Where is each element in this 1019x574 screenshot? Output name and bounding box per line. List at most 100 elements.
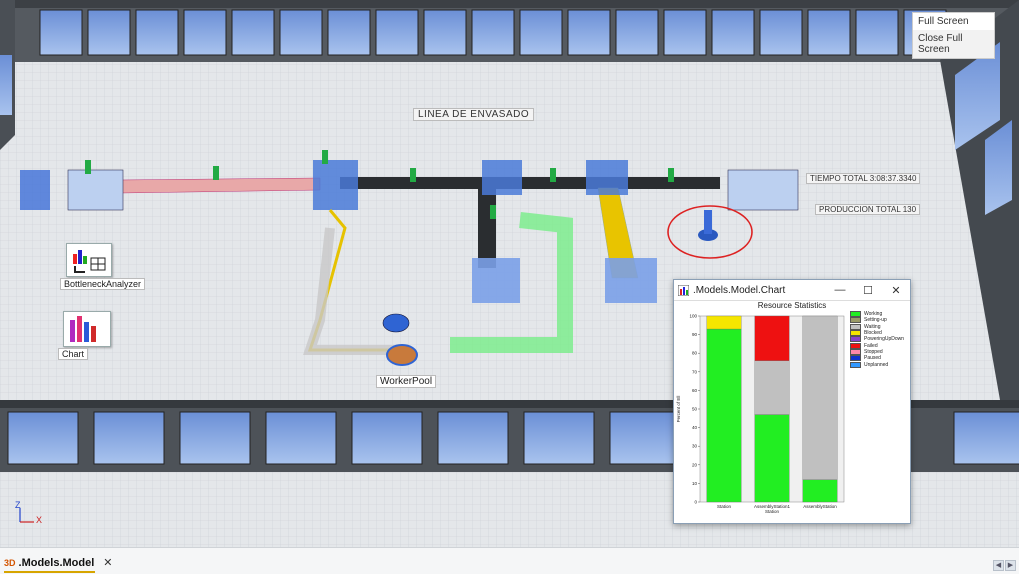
- wall-window: [567, 9, 611, 56]
- chart-app-icon: [678, 284, 689, 296]
- legend-label: Blocked: [864, 330, 882, 337]
- legend-label: Failed: [864, 342, 878, 349]
- legend-item: PoweringUpDown: [850, 336, 905, 343]
- bar-segment-working: [802, 479, 838, 503]
- fullscreen-menu: Full Screen Close Full Screen: [912, 12, 995, 59]
- wall-window: [609, 411, 681, 465]
- bar-segment-waiting: [754, 360, 790, 415]
- legend-label: Working: [864, 311, 883, 318]
- y-tick-label: 40: [692, 425, 698, 430]
- workerpool-label: WorkerPool: [376, 375, 437, 388]
- minimize-button[interactable]: —: [826, 284, 854, 296]
- wall-window: [375, 9, 419, 56]
- axis-x-label: X: [36, 515, 43, 525]
- chart-window[interactable]: .Models.Model.Chart — ☐ ✕ Resource Stati…: [673, 279, 911, 524]
- legend-swatch: [850, 361, 861, 368]
- model-tab[interactable]: 3D .Models.Model ✕: [4, 556, 113, 570]
- bottleneck-analyzer-label: BottleneckAnalyzer: [60, 278, 146, 290]
- axis-z-label: Z: [15, 500, 21, 510]
- document-tab-bar: 3D .Models.Model ✕: [0, 547, 1019, 574]
- x-tick-label: Station: [765, 509, 780, 514]
- y-tick-label: 90: [692, 332, 698, 337]
- wall-window: [423, 9, 467, 56]
- wall-window: [87, 9, 131, 56]
- x-tick-label: Station: [717, 504, 732, 509]
- wall-window: [807, 9, 851, 56]
- legend-label: Stopped: [864, 348, 883, 355]
- 3d-icon: 3D: [4, 557, 16, 568]
- nav-right-button[interactable]: ▶: [1005, 560, 1016, 571]
- wall-window: [135, 9, 179, 56]
- y-tick-label: 80: [692, 351, 698, 356]
- tab-close-icon[interactable]: ✕: [103, 556, 112, 569]
- legend-label: PoweringUpDown: [864, 336, 905, 343]
- model-tab-label: .Models.Model: [18, 556, 95, 569]
- bar-segment-waiting: [802, 315, 838, 480]
- y-axis-label: Percent of Ell: [676, 396, 681, 423]
- chart-window-titlebar[interactable]: .Models.Model.Chart — ☐ ✕: [674, 280, 910, 301]
- y-tick-label: 0: [694, 500, 697, 505]
- wall-window: [279, 9, 323, 56]
- 3d-viewport[interactable]: LINEA DE ENVASADO TIEMPO TOTAL 3:08:37.3…: [0, 0, 1019, 547]
- legend-label: Waiting: [864, 323, 881, 330]
- wall-window: [663, 9, 707, 56]
- legend-swatch: [850, 336, 861, 343]
- wall-window: [183, 9, 227, 56]
- bar-segment-blocked: [706, 315, 742, 330]
- line-title: LINEA DE ENVASADO: [413, 108, 535, 121]
- wall-window: [711, 9, 755, 56]
- legend-label: Paused: [864, 355, 881, 362]
- legend-label: Unplanned: [864, 361, 889, 368]
- legend-swatch: [850, 355, 861, 362]
- close-button[interactable]: ✕: [882, 284, 910, 297]
- y-tick-label: 30: [692, 444, 698, 449]
- wall-window: [265, 411, 337, 465]
- close-full-screen-item[interactable]: Close Full Screen: [913, 30, 994, 58]
- legend-swatch: [850, 348, 861, 355]
- chart-title: Resource Statistics: [757, 301, 827, 310]
- wall-window: [855, 9, 899, 56]
- y-tick-label: 70: [692, 369, 698, 374]
- legend-swatch: [850, 330, 861, 337]
- legend-label: Setting-up: [864, 317, 887, 324]
- wall-window: [953, 411, 1019, 465]
- chart-object-icon[interactable]: [63, 311, 111, 347]
- wall-window: [759, 9, 803, 56]
- chart-window-title: .Models.Model.Chart: [693, 284, 786, 296]
- legend-swatch: [850, 317, 861, 324]
- wall-window: [519, 9, 563, 56]
- legend-swatch: [850, 311, 861, 318]
- wall-window: [93, 411, 165, 465]
- wall-window: [351, 411, 423, 465]
- resource-statistics-chart: 0 10 20 30 40 50 60 70 80 90 100 Percent of Ell Stat…: [676, 314, 845, 514]
- legend-item: Unplanned: [850, 361, 904, 368]
- y-tick-label: 20: [692, 462, 698, 467]
- x-tick-label: AssemblyStation: [803, 504, 837, 509]
- bar-segment-working: [754, 414, 790, 503]
- wall-window: [39, 9, 83, 56]
- full-screen-item[interactable]: Full Screen: [913, 13, 994, 30]
- legend-swatch: [850, 342, 861, 349]
- production-total-display: PRODUCCION TOTAL 130: [815, 204, 921, 215]
- bar-segment-working: [706, 328, 742, 503]
- wall-window: [179, 411, 251, 465]
- y-tick-label: 100: [689, 314, 697, 319]
- bottleneck-analyzer-icon[interactable]: [66, 243, 112, 277]
- wall-window: [327, 9, 371, 56]
- legend-swatch: [850, 323, 861, 330]
- total-time-display: TIEMPO TOTAL 3:08:37.3340: [806, 173, 921, 184]
- wall-window: [523, 411, 595, 465]
- bar-segment-failed: [754, 315, 790, 361]
- y-tick-label: 60: [692, 388, 698, 393]
- y-tick-label: 50: [692, 407, 698, 412]
- maximize-button[interactable]: ☐: [854, 284, 882, 297]
- chart-object-label: Chart: [58, 348, 89, 360]
- wall-window: [231, 9, 275, 56]
- wall-window: [615, 9, 659, 56]
- wall-window: [471, 9, 515, 56]
- chart-legend: Working Setting-up Waiting Blocked PoweringU…: [850, 311, 904, 368]
- y-tick-label: 10: [692, 481, 698, 486]
- wall-window: [7, 411, 79, 465]
- wall-window: [437, 411, 509, 465]
- nav-left-button[interactable]: ◀: [993, 560, 1004, 571]
